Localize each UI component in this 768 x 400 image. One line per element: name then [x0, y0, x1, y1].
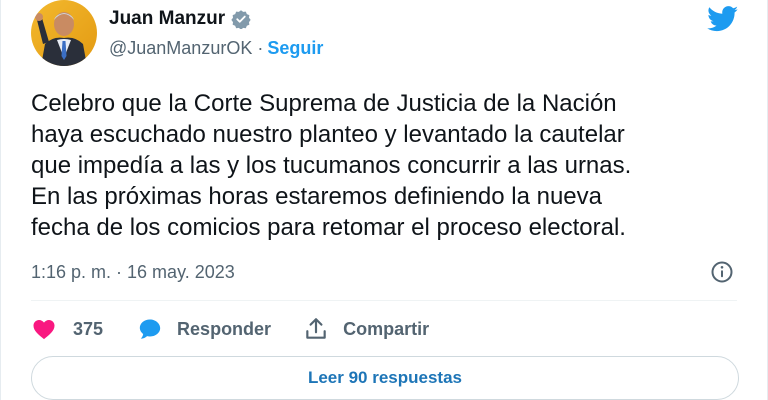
- author-name-row: Juan Manzur: [109, 8, 251, 30]
- tweet-line: que impedía a las y los tucumanos concur…: [31, 152, 632, 179]
- tweet-line: fecha de los comicios para retomar el pr…: [31, 214, 626, 241]
- author-handle-row: @JuanManzurOK · Seguir: [109, 38, 323, 59]
- reply-label: Responder: [177, 318, 272, 339]
- tweet-line: haya escuchado nuestro planteo y levanta…: [31, 121, 625, 148]
- tweet-line: En las próximas horas estaremos definien…: [31, 183, 602, 210]
- tweet-line: Celebro que la Corte Suprema de Justicia…: [31, 90, 617, 117]
- speech-bubble-icon: [139, 319, 161, 339]
- follow-button[interactable]: Seguir: [267, 38, 323, 59]
- twitter-bird-icon[interactable]: [707, 6, 739, 32]
- tweet-timestamp[interactable]: 1:16 p. m. · 16 may. 2023: [31, 262, 235, 283]
- avatar-image: [31, 0, 97, 66]
- share-label: Compartir: [343, 318, 430, 339]
- reply-button[interactable]: Responder: [137, 316, 271, 342]
- author-handle[interactable]: @JuanManzurOK: [109, 38, 252, 59]
- tweet-actions: 375 Responder Compartir: [31, 314, 429, 344]
- divider: [31, 300, 737, 301]
- like-count: 375: [73, 318, 104, 339]
- tweet-card: Juan Manzur @JuanManzurOK · Seguir Celeb…: [0, 0, 768, 400]
- separator: ·: [257, 38, 264, 58]
- tweet-text: Celebro que la Corte Suprema de Justicia…: [31, 88, 731, 243]
- author-name[interactable]: Juan Manzur: [109, 8, 225, 30]
- share-button[interactable]: Compartir: [303, 316, 429, 342]
- verified-badge-icon: [231, 10, 251, 29]
- avatar[interactable]: [31, 0, 97, 66]
- info-icon[interactable]: [710, 260, 734, 284]
- read-replies-button[interactable]: Leer 90 respuestas: [31, 356, 739, 400]
- heart-icon: [33, 320, 55, 340]
- like-button[interactable]: 375: [31, 316, 103, 342]
- share-upload-icon: [306, 318, 326, 339]
